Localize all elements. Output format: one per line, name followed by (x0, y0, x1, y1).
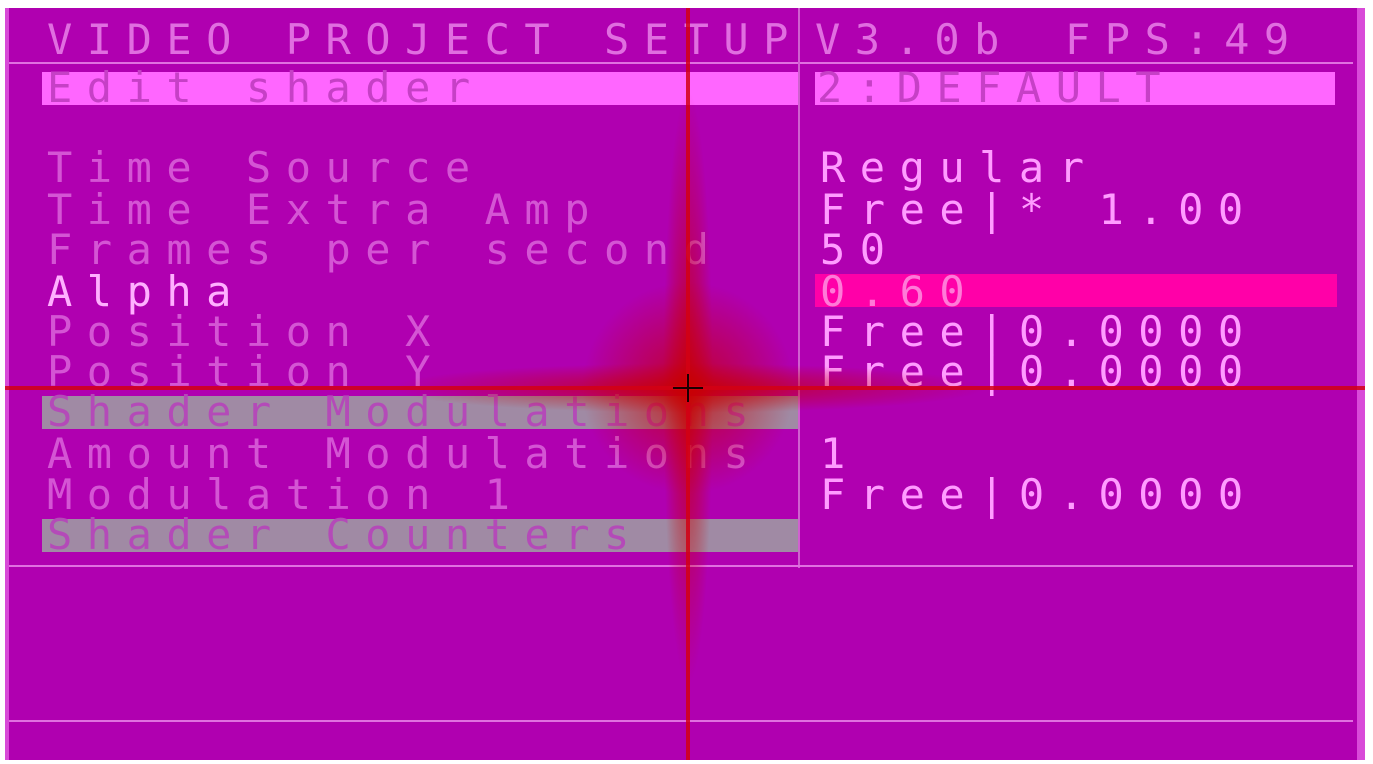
param-label-modulation-1[interactable]: Modulation 1 (47, 474, 524, 516)
screen-right-edge (1357, 8, 1365, 760)
section-label-shader-counters[interactable]: Shader Counters (47, 514, 644, 556)
param-value-time-source[interactable]: Regular (820, 147, 1099, 189)
param-label-time-source[interactable]: Time Source (47, 147, 485, 189)
param-value-modulation-1[interactable]: Free|0.0000 (820, 474, 1258, 516)
edit-shader-label: Edit shader (47, 63, 485, 112)
param-label-alpha[interactable]: Alpha (47, 271, 246, 313)
screen: VIDEO PROJECT SETUP V3.0b FPS:49 Edit sh… (5, 8, 1365, 760)
cursor-crosshair-icon-vertical (687, 374, 689, 402)
screen-left-edge (5, 8, 9, 760)
param-value-time-extra-amp[interactable]: Free|* 1.00 (820, 189, 1258, 231)
param-value-frames-per-second[interactable]: 50 (820, 229, 900, 271)
param-value-alpha[interactable]: 0.60 (820, 271, 979, 313)
param-value-amount-modulations[interactable]: 1 (820, 433, 860, 475)
footer-divider (9, 720, 1353, 722)
param-label-time-extra-amp[interactable]: Time Extra Amp (47, 189, 604, 231)
param-label-frames-per-second[interactable]: Frames per second (47, 229, 723, 271)
param-label-position-x[interactable]: Position X (47, 311, 445, 353)
param-value-position-x[interactable]: Free|0.0000 (820, 311, 1258, 353)
param-label-amount-modulations[interactable]: Amount Modulations (47, 433, 763, 475)
shader-selector-value: 2:DEFAULT (817, 63, 1176, 112)
version-label: V3.0b (815, 15, 1014, 64)
fps-readout: FPS:49 (1065, 15, 1304, 64)
column-divider (798, 8, 800, 568)
